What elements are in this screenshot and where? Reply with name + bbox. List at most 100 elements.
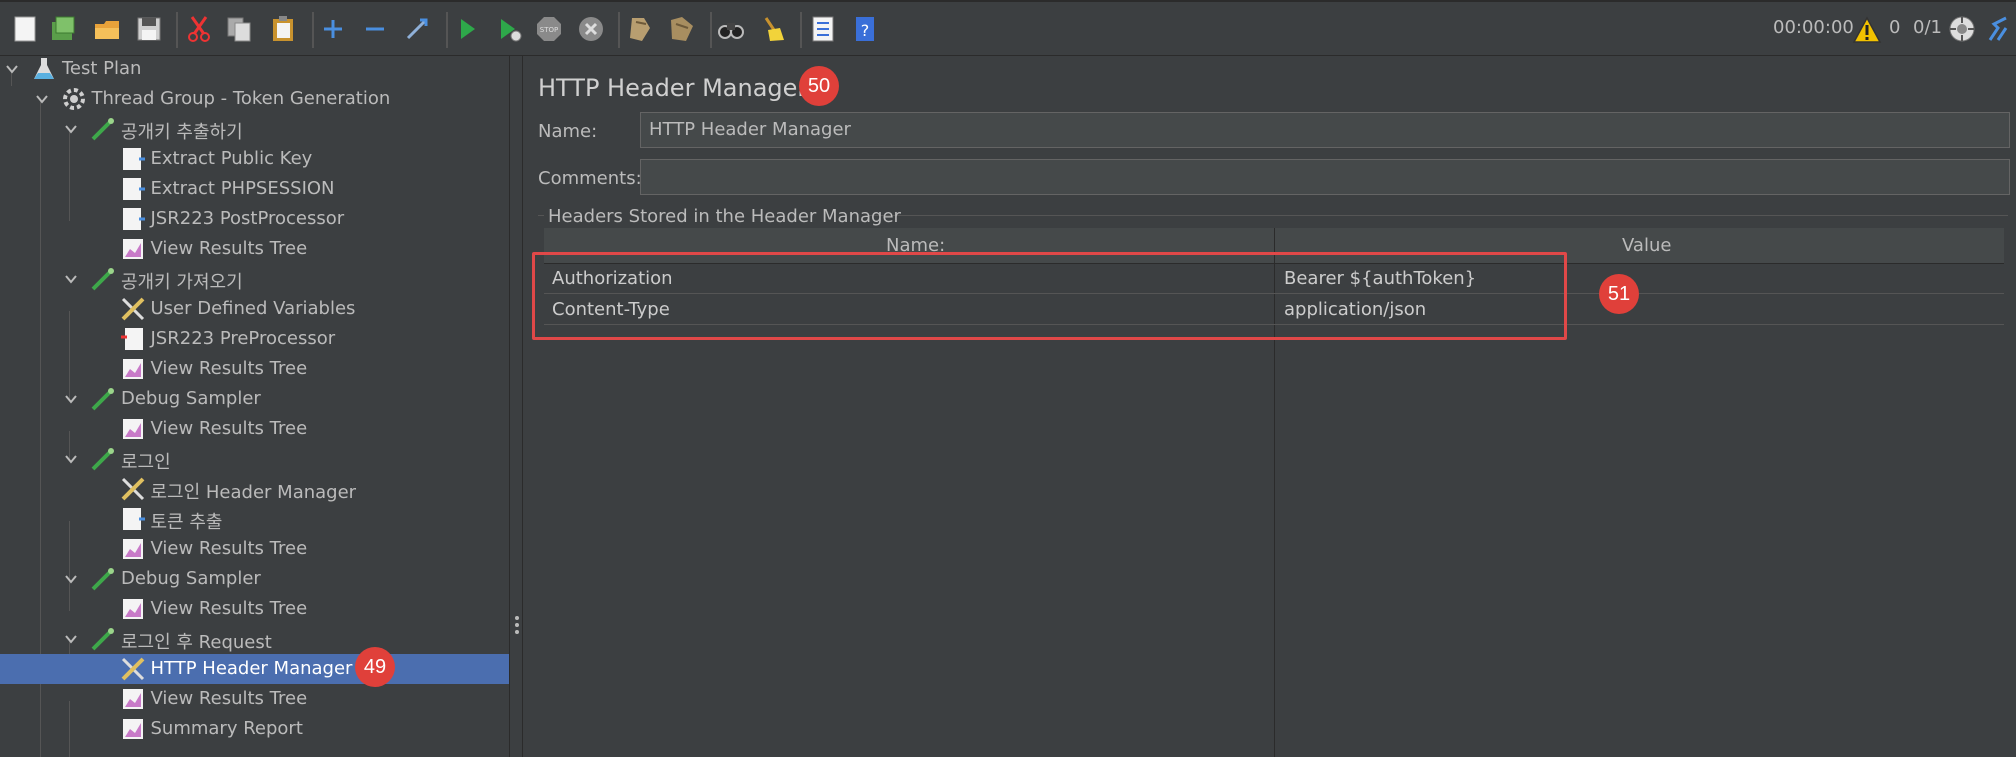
tree-node-label: View Results Tree bbox=[150, 358, 308, 379]
chevron-down-icon[interactable] bbox=[63, 631, 79, 647]
tree-node-label: 토큰 추출 bbox=[150, 512, 223, 533]
stop-icon[interactable]: STOP bbox=[532, 12, 566, 46]
chevron-down-icon[interactable] bbox=[63, 451, 79, 467]
tree-node[interactable]: 공개키 추출하기 bbox=[0, 114, 509, 144]
comments-label: Comments: bbox=[538, 168, 642, 189]
post-processor-icon bbox=[122, 508, 145, 530]
tree-node-label: 공개키 가져오기 bbox=[121, 272, 243, 293]
start-icon[interactable] bbox=[450, 12, 484, 46]
splitter-grip-dot bbox=[515, 616, 519, 620]
search-icon[interactable] bbox=[714, 12, 748, 46]
tree-node[interactable]: User Defined Variables bbox=[0, 294, 509, 324]
clear-all-icon[interactable] bbox=[664, 12, 698, 46]
tree-node-label: View Results Tree bbox=[150, 238, 308, 259]
warning-icon[interactable] bbox=[1850, 13, 1884, 47]
tree-node[interactable]: View Results Tree bbox=[0, 414, 509, 444]
remote-engines-icon[interactable] bbox=[1945, 12, 1979, 46]
test-plan-icon bbox=[34, 58, 54, 79]
toolbar-separator bbox=[618, 12, 620, 48]
post-processor-icon bbox=[122, 208, 145, 230]
tree-node[interactable]: Debug Sampler bbox=[0, 564, 509, 594]
page-title: HTTP Header Manager bbox=[538, 74, 808, 102]
new-icon[interactable] bbox=[8, 12, 42, 46]
tree-node[interactable]: Debug Sampler bbox=[0, 384, 509, 414]
copy-icon[interactable] bbox=[222, 12, 256, 46]
toolbar-separator bbox=[176, 12, 178, 48]
svg-text:STOP: STOP bbox=[540, 26, 558, 34]
tree-node[interactable]: Extract Public Key bbox=[0, 144, 509, 174]
tree-node[interactable]: JSR223 PostProcessor bbox=[0, 204, 509, 234]
toolbar: STOP ? 00:00:00 0 0/1 bbox=[0, 0, 2016, 56]
annotation-badge: 51 bbox=[1599, 274, 1639, 314]
paste-icon[interactable] bbox=[266, 12, 300, 46]
collapse-icon[interactable] bbox=[358, 12, 392, 46]
elapsed-timer: 00:00:00 bbox=[1773, 17, 1854, 38]
tree-node[interactable]: 로그인 후 Request bbox=[0, 624, 509, 654]
tree-node[interactable]: 공개키 가져오기 bbox=[0, 264, 509, 294]
tree-node-label: View Results Tree bbox=[150, 538, 308, 559]
chevron-down-icon[interactable] bbox=[4, 61, 20, 77]
sampler-icon bbox=[91, 568, 114, 591]
tree-node[interactable]: View Results Tree bbox=[0, 534, 509, 564]
chevron-down-icon[interactable] bbox=[34, 91, 50, 107]
tree-node[interactable]: Summary Report bbox=[0, 714, 509, 744]
tree-node[interactable]: View Results Tree bbox=[0, 684, 509, 714]
log-viewer-icon[interactable] bbox=[1982, 12, 2016, 46]
tree-node[interactable]: JSR223 PreProcessor bbox=[0, 324, 509, 354]
comments-field[interactable] bbox=[640, 159, 2010, 195]
tree-node[interactable]: HTTP Header Manager bbox=[0, 654, 509, 684]
chevron-down-icon[interactable] bbox=[63, 271, 79, 287]
save-icon[interactable] bbox=[132, 12, 166, 46]
tree-node[interactable]: View Results Tree bbox=[0, 354, 509, 384]
function-helper-icon[interactable] bbox=[806, 12, 840, 46]
cut-icon[interactable] bbox=[182, 12, 216, 46]
tree-node[interactable]: Test Plan bbox=[0, 54, 509, 84]
tree-node[interactable]: View Results Tree bbox=[0, 594, 509, 624]
splitter-grip-dot bbox=[515, 630, 519, 634]
chevron-down-icon[interactable] bbox=[63, 121, 79, 137]
tree-node[interactable]: 토큰 추출 bbox=[0, 504, 509, 534]
tree-node-label: Extract Public Key bbox=[150, 148, 313, 169]
expand-icon[interactable] bbox=[316, 12, 350, 46]
toolbar-separator bbox=[312, 12, 314, 48]
svg-text:?: ? bbox=[861, 21, 870, 40]
tree-node-label: Test Plan bbox=[62, 58, 142, 79]
shutdown-icon[interactable] bbox=[574, 12, 608, 46]
name-label: Name: bbox=[538, 121, 598, 142]
name-field[interactable]: HTTP Header Manager bbox=[640, 112, 2010, 148]
tree-node[interactable]: View Results Tree bbox=[0, 234, 509, 264]
templates-icon[interactable] bbox=[46, 12, 80, 46]
tree-node[interactable]: Extract PHPSESSION bbox=[0, 174, 509, 204]
column-header-value[interactable]: Value bbox=[1622, 235, 1671, 256]
tree-node-label: HTTP Header Manager bbox=[150, 658, 353, 679]
thread-count: 0/1 bbox=[1913, 17, 1942, 38]
tree-node[interactable]: 로그인 Header Manager bbox=[0, 474, 509, 504]
start-no-pauses-icon[interactable] bbox=[492, 12, 526, 46]
splitter-grip-dot bbox=[515, 623, 519, 627]
chevron-down-icon[interactable] bbox=[63, 571, 79, 587]
tree-node[interactable]: Thread Group - Token Generation bbox=[0, 84, 509, 114]
tree-node-label: JSR223 PostProcessor bbox=[150, 208, 345, 229]
group-border-right bbox=[868, 215, 2008, 216]
listener-icon bbox=[122, 719, 143, 739]
listener-icon bbox=[122, 359, 143, 379]
tree-node-label: View Results Tree bbox=[150, 598, 308, 619]
tree-node-label: 로그인 bbox=[121, 452, 171, 473]
open-icon[interactable] bbox=[90, 12, 124, 46]
pre-processor-icon bbox=[120, 328, 143, 350]
config-icon bbox=[121, 477, 144, 501]
split-pane-divider[interactable] bbox=[509, 56, 523, 757]
sampler-icon bbox=[91, 118, 114, 141]
toolbar-separator bbox=[446, 12, 448, 48]
reset-search-icon[interactable] bbox=[756, 12, 790, 46]
toolbar-separator bbox=[800, 12, 802, 48]
tree-node[interactable]: 로그인 bbox=[0, 444, 509, 474]
listener-icon bbox=[122, 539, 143, 559]
clear-icon[interactable] bbox=[622, 12, 656, 46]
tree-node-label: 로그인 후 Request bbox=[121, 632, 272, 653]
chevron-down-icon[interactable] bbox=[63, 391, 79, 407]
tree-node-label: 공개키 추출하기 bbox=[121, 122, 243, 143]
group-border-left bbox=[538, 215, 544, 216]
toggle-icon[interactable] bbox=[400, 12, 434, 46]
help-icon[interactable]: ? bbox=[848, 12, 882, 46]
